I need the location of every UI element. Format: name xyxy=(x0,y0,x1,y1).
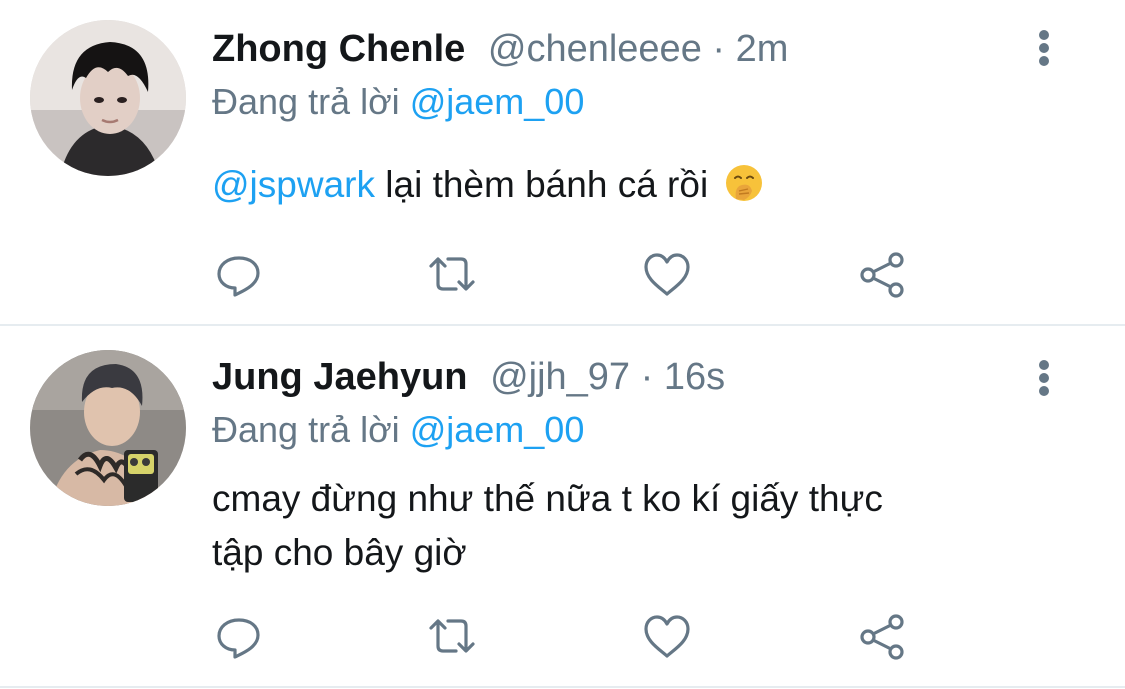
avatar[interactable] xyxy=(30,350,186,506)
share-icon xyxy=(860,614,904,660)
avatar-photo xyxy=(30,20,186,176)
share-button[interactable] xyxy=(858,250,908,300)
reply-prefix: Đang trả lời xyxy=(212,409,400,450)
reply-to-link[interactable]: @jaem_00 xyxy=(410,409,585,450)
tweet-divider xyxy=(0,686,1125,688)
retweet-button[interactable] xyxy=(427,612,477,662)
like-button[interactable] xyxy=(642,250,692,300)
tweet[interactable]: Jung Jaehyun @jjh_97 · 16s Đang trả lời … xyxy=(0,328,1125,689)
timestamp[interactable]: 16s xyxy=(664,356,725,398)
hand-over-mouth-emoji xyxy=(726,165,763,201)
reply-prefix: Đang trả lời xyxy=(212,81,400,122)
like-button[interactable] xyxy=(642,612,692,662)
avatar[interactable] xyxy=(30,20,186,176)
author-handle[interactable]: @jjh_97 xyxy=(490,356,630,398)
author-handle[interactable]: @chenleeee xyxy=(488,28,702,70)
avatar-photo xyxy=(30,350,186,506)
share-button[interactable] xyxy=(858,612,908,662)
reply-context: Đang trả lời @jaem_00 xyxy=(212,408,584,452)
tweet-text-line: cmay đừng như thế nữa t ko kí giấy thực xyxy=(212,478,883,519)
reply-button[interactable] xyxy=(214,250,264,300)
retweet-icon xyxy=(429,619,475,653)
more-options-button[interactable] xyxy=(1030,358,1058,398)
tweet-divider xyxy=(0,324,1125,326)
retweet-icon xyxy=(429,257,475,291)
tweet-text-content: lại thèm bánh cá rồi xyxy=(385,164,709,205)
tweet-text: @jspwark lại thèm bánh cá rồi xyxy=(212,158,1072,212)
tweet-text-line: tập cho bây giờ xyxy=(212,532,467,573)
reply-context: Đang trả lời @jaem_00 xyxy=(212,80,584,124)
comment-icon xyxy=(217,618,260,659)
mention-link[interactable]: @jspwark xyxy=(212,164,375,205)
separator: · xyxy=(640,356,654,398)
tweet-actions xyxy=(212,250,932,300)
author-name[interactable]: Jung Jaehyun xyxy=(212,356,468,398)
timestamp[interactable]: 2m xyxy=(736,28,789,70)
more-options-button[interactable] xyxy=(1030,28,1058,68)
tweet-header: Zhong Chenle @chenleeee · 2m xyxy=(212,24,788,74)
separator: · xyxy=(712,28,726,70)
comment-icon xyxy=(217,256,260,297)
author-name[interactable]: Zhong Chenle xyxy=(212,28,465,70)
heart-icon xyxy=(644,615,690,658)
tweet[interactable]: Zhong Chenle @chenleeee · 2m Đang trả lờ… xyxy=(0,0,1125,326)
tweet-text: cmay đừng như thế nữa t ko kí giấy thực … xyxy=(212,472,1072,580)
reply-button[interactable] xyxy=(214,612,264,662)
share-icon xyxy=(860,252,904,298)
reply-to-link[interactable]: @jaem_00 xyxy=(410,81,585,122)
heart-icon xyxy=(644,253,690,296)
tweet-actions xyxy=(212,612,932,662)
retweet-button[interactable] xyxy=(427,250,477,300)
tweet-header: Jung Jaehyun @jjh_97 · 16s xyxy=(212,352,725,402)
